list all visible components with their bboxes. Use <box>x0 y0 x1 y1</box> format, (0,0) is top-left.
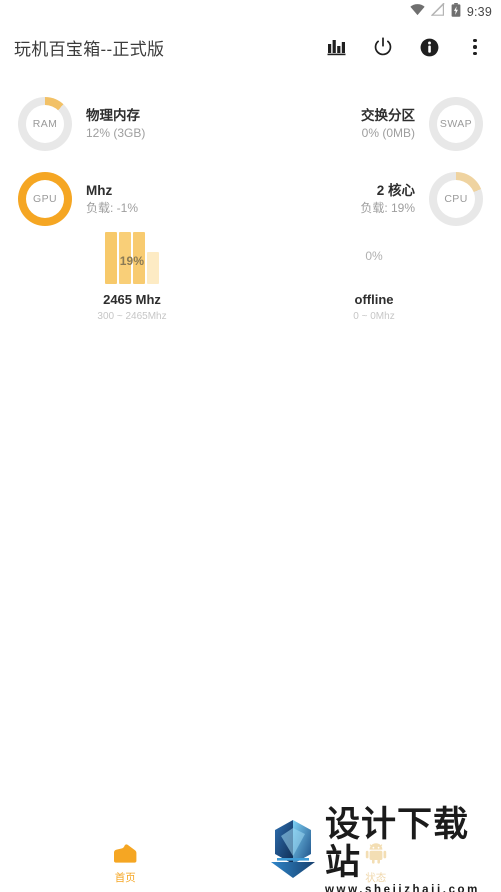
app-root: 9:39 玩机百宝箱--正式版 RAM 物理内存 12% (3GB) 交换分区 … <box>0 0 501 892</box>
info-icon[interactable] <box>418 36 440 58</box>
core-1-load-label: 0% <box>365 249 383 263</box>
ram-ring-gauge: RAM <box>18 97 72 151</box>
power-icon[interactable] <box>372 36 394 58</box>
status-bar: 9:39 <box>0 0 501 24</box>
watermark-url: www.shejizhaji.com <box>325 883 481 892</box>
cpu-subtitle: 负载: 19% <box>360 200 415 215</box>
swap-labels: 交换分区 0% (0MB) <box>361 107 415 142</box>
watermark-text: 设计下载站 www.shejizhaji.com <box>325 806 499 892</box>
core-0-bar-chart: 19% <box>52 228 212 284</box>
ram-badge-label: RAM <box>32 118 58 130</box>
ram-title: 物理内存 <box>86 107 140 123</box>
watermark-brand: 设计下载站 <box>325 804 470 883</box>
cpu-badge-label: CPU <box>444 193 468 205</box>
battery-charging-icon <box>451 2 461 22</box>
core-0-frequency: 2465 Mhz <box>103 292 161 307</box>
nav-tab-home[interactable]: 首页 <box>0 842 251 885</box>
core-1-range: 0 ~ 0Mhz <box>353 311 395 322</box>
stat-row-memory: RAM 物理内存 12% (3GB) 交换分区 0% (0MB) SWAP <box>0 93 501 155</box>
wifi-icon <box>410 3 425 21</box>
swap-ring-gauge: SWAP <box>429 97 483 151</box>
cpu-title: 2 核心 <box>376 182 415 198</box>
cpu-core-1[interactable]: 0% offline 0 ~ 0Mhz <box>294 228 454 328</box>
home-icon <box>112 842 138 869</box>
overflow-dots <box>473 38 477 56</box>
core-0-range: 300 ~ 2465Mhz <box>97 311 167 322</box>
stat-row-processor: GPU Mhz 负载: -1% 2 核心 负载: 19% CPU <box>0 168 501 230</box>
cpu-core-graphs: 19% 2465 Mhz 300 ~ 2465Mhz 0% offline 0 … <box>0 228 501 328</box>
signal-off-icon <box>430 2 445 21</box>
swap-badge-label: SWAP <box>439 118 473 130</box>
gpu-labels: Mhz 负载: -1% <box>86 182 138 217</box>
stat-ram[interactable]: RAM 物理内存 12% (3GB) <box>18 93 145 155</box>
gpu-ring-gauge: GPU <box>18 172 72 226</box>
stat-swap[interactable]: 交换分区 0% (0MB) SWAP <box>361 93 483 155</box>
gpu-subtitle: 负载: -1% <box>86 200 139 215</box>
download-arrow-logo <box>267 818 319 885</box>
nav-tab-home-label: 首页 <box>114 871 136 884</box>
gpu-title: Mhz <box>86 182 113 198</box>
overflow-menu-icon[interactable] <box>464 36 486 58</box>
watermark-overlay: 设计下载站 www.shejizhaji.com <box>267 806 499 892</box>
core-1-frequency: offline <box>354 292 394 307</box>
cpu-labels: 2 核心 负载: 19% <box>360 182 415 217</box>
swap-title: 交换分区 <box>361 107 415 123</box>
app-bar: 玩机百宝箱--正式版 <box>0 24 501 70</box>
stat-gpu[interactable]: GPU Mhz 负载: -1% <box>18 168 138 230</box>
bar-chart-icon[interactable] <box>326 36 348 58</box>
stat-cpu[interactable]: 2 核心 负载: 19% CPU <box>360 168 483 230</box>
gpu-badge-label: GPU <box>33 193 57 205</box>
page-title: 玩机百宝箱--正式版 <box>14 39 165 59</box>
status-bar-clock: 9:39 <box>466 5 492 19</box>
app-bar-actions <box>326 36 501 58</box>
core-0-load-label: 19% <box>119 254 145 268</box>
ram-labels: 物理内存 12% (3GB) <box>86 107 145 142</box>
cpu-ring-gauge: CPU <box>429 172 483 226</box>
swap-subtitle: 0% (0MB) <box>361 125 415 140</box>
cpu-core-0[interactable]: 19% 2465 Mhz 300 ~ 2465Mhz <box>52 228 212 328</box>
ram-subtitle: 12% (3GB) <box>86 125 146 140</box>
